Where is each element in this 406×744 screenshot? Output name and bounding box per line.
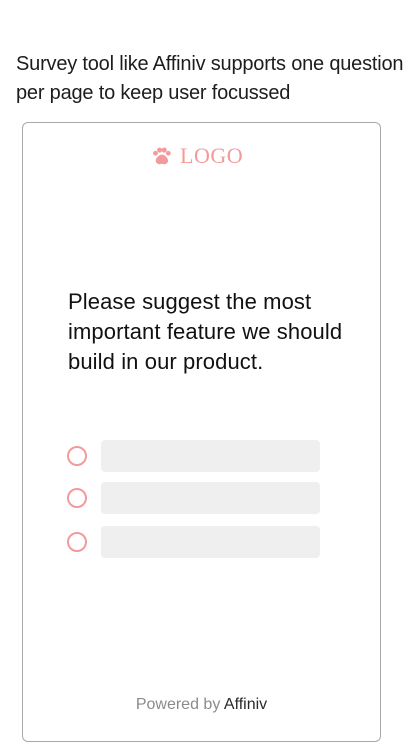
answer-options <box>67 440 321 568</box>
option-field[interactable] <box>101 440 320 472</box>
option-row[interactable] <box>67 526 321 558</box>
logo: LOGO <box>150 143 243 169</box>
option-row[interactable] <box>67 482 321 514</box>
survey-card: LOGO Please suggest the most important f… <box>22 122 381 742</box>
footer-prefix: Powered by <box>135 696 221 713</box>
footer-brand: Affiniv <box>223 696 268 713</box>
option-field[interactable] <box>101 482 320 514</box>
caption-text: Survey tool like Affiniv supports one qu… <box>16 53 404 104</box>
logo-text: LOGO <box>180 143 244 168</box>
radio-button[interactable] <box>67 488 87 508</box>
paw-icon <box>153 147 171 165</box>
powered-by-footer: Powered by Affiniv <box>23 695 380 715</box>
option-row[interactable] <box>67 440 321 472</box>
radio-button[interactable] <box>67 532 87 552</box>
radio-button[interactable] <box>67 446 87 466</box>
question-text: Please suggest the most important featur… <box>68 289 343 374</box>
option-field[interactable] <box>101 526 320 558</box>
